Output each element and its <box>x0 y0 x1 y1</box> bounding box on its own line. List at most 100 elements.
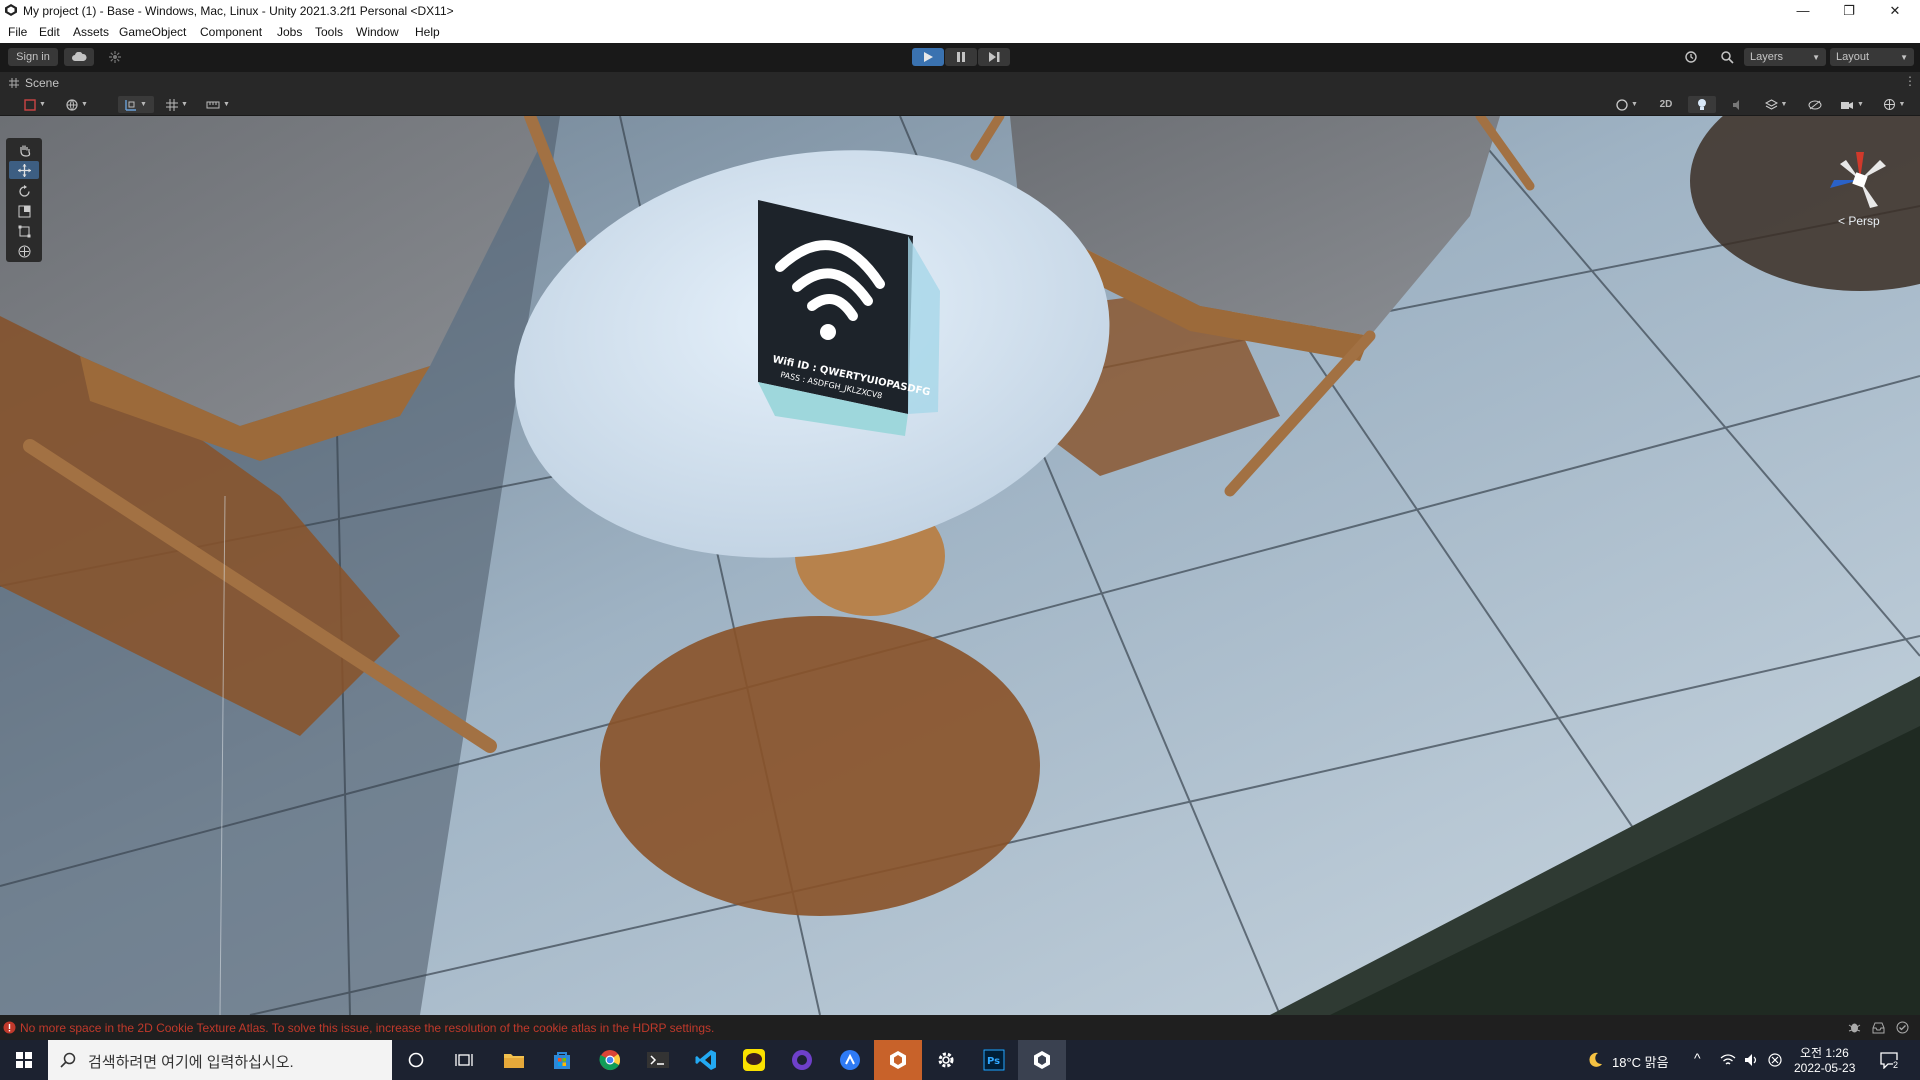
move-tool-button[interactable] <box>9 161 39 179</box>
lighting-toggle[interactable] <box>1688 96 1716 113</box>
window-title-bar: My project (1) - Base - Windows, Mac, Li… <box>0 0 1920 21</box>
start-button[interactable] <box>0 1040 48 1080</box>
bug-icon[interactable] <box>1848 1021 1861 1034</box>
inbox-icon[interactable] <box>1872 1021 1885 1034</box>
render-settings-dropdown[interactable]: ▼ <box>60 96 94 113</box>
gizmos-dropdown[interactable]: ▼ <box>1876 96 1912 113</box>
file-explorer-button[interactable] <box>490 1040 538 1080</box>
notification-badge: 2 <box>1893 1060 1899 1070</box>
close-window-button[interactable]: ✕ <box>1872 0 1918 21</box>
speaker-mute-icon <box>1732 99 1739 110</box>
menu-edit[interactable]: Edit <box>39 25 60 39</box>
transform-icon <box>18 245 30 257</box>
kakaotalk-button[interactable] <box>730 1040 778 1080</box>
scene-visibility-toggle[interactable] <box>1802 96 1828 113</box>
chevron-down-icon: ▼ <box>81 101 88 108</box>
collab-button[interactable] <box>100 48 130 66</box>
scene-render: Wifi ID : QWERTYUIOPASDFG PASS : ASDFGH_… <box>0 116 1920 1015</box>
console-error-message[interactable]: No more space in the 2D Cookie Texture A… <box>20 1021 714 1035</box>
volume-icon[interactable] <box>1744 1053 1760 1067</box>
rect-tool-button[interactable] <box>9 222 39 240</box>
camera-settings-dropdown[interactable]: ▼ <box>1834 96 1870 113</box>
store-button[interactable] <box>538 1040 586 1080</box>
scene-viewport[interactable]: Wifi ID : QWERTYUIOPASDFG PASS : ASDFGH_… <box>0 116 1920 1015</box>
menu-window[interactable]: Window <box>356 25 399 39</box>
effects-dropdown[interactable]: ▼ <box>1758 96 1794 113</box>
scale-tool-button[interactable] <box>9 202 39 220</box>
audio-toggle[interactable] <box>1724 96 1752 113</box>
menu-help[interactable]: Help <box>415 25 440 39</box>
play-icon <box>924 52 933 62</box>
search-button[interactable] <box>1712 48 1742 66</box>
layout-dropdown[interactable]: Layout ▼ <box>1830 48 1914 66</box>
wifi-icon[interactable] <box>1720 1053 1736 1067</box>
step-button[interactable] <box>978 48 1010 66</box>
rotate-tool-button[interactable] <box>9 182 39 200</box>
layers-dropdown[interactable]: Layers ▼ <box>1744 48 1826 66</box>
chevron-down-icon: ▼ <box>1780 101 1788 108</box>
cloud-button[interactable] <box>64 48 94 66</box>
cortana-button[interactable] <box>392 1040 440 1080</box>
increment-snap-dropdown[interactable]: ▼ <box>200 96 236 113</box>
shading-dropdown[interactable]: ▼ <box>1610 96 1644 113</box>
sourcetree-button[interactable] <box>826 1040 874 1080</box>
taskbar-search-box[interactable]: 검색하려면 여기에 입력하십시오. <box>48 1040 392 1080</box>
chevron-down-icon: ▼ <box>39 101 46 108</box>
menu-gameobject[interactable]: GameObject <box>119 25 186 39</box>
chevron-up-icon[interactable]: ^ <box>1694 1050 1701 1066</box>
sphere-icon <box>1616 98 1628 111</box>
clock-time[interactable]: 오전 1:26 <box>1800 1044 1849 1061</box>
settings-button[interactable] <box>922 1040 970 1080</box>
photoshop-button[interactable]: Ps <box>970 1040 1018 1080</box>
main-toolbar: Sign in Layers ▼ Layout ▼ <box>0 43 1920 72</box>
rotate-icon <box>18 184 30 197</box>
error-icon <box>3 1021 16 1034</box>
scene-tab-bar: Scene ⋮ <box>0 72 1920 93</box>
unity-editor-button[interactable] <box>1018 1040 1066 1080</box>
menu-jobs[interactable]: Jobs <box>277 25 302 39</box>
menu-tools[interactable]: Tools <box>315 25 343 39</box>
more-options-icon[interactable]: ⋮ <box>1904 74 1916 88</box>
menu-file[interactable]: File <box>8 25 27 39</box>
windows-logo-icon <box>16 1052 32 1068</box>
chevron-down-icon: ▼ <box>1900 52 1908 62</box>
vscode-button[interactable] <box>682 1040 730 1080</box>
projection-label[interactable]: < Persp <box>1838 214 1880 228</box>
transform-tool-button[interactable] <box>9 242 39 260</box>
weather-text[interactable]: 18°C 맑음 <box>1612 1052 1669 1071</box>
task-view-button[interactable] <box>440 1040 488 1080</box>
play-button[interactable] <box>912 48 944 66</box>
draw-mode-dropdown[interactable]: ▼ <box>18 96 52 113</box>
snap-icon <box>125 99 137 111</box>
gear-icon <box>938 1052 954 1068</box>
search-placeholder: 검색하려면 여기에 입력하십시오. <box>88 1054 294 1071</box>
cortana-circle-icon <box>408 1052 424 1068</box>
history-icon <box>1685 51 1697 63</box>
github-desktop-button[interactable] <box>778 1040 826 1080</box>
clock-date[interactable]: 2022-05-23 <box>1794 1061 1855 1075</box>
menu-assets[interactable]: Assets <box>73 25 109 39</box>
ime-icon[interactable] <box>1768 1053 1782 1067</box>
rect-transform-icon <box>18 225 30 237</box>
projection-text: Persp <box>1848 214 1880 228</box>
layers-label: Layers <box>1750 51 1784 63</box>
tab-scene[interactable]: Scene <box>25 76 59 90</box>
maximize-button[interactable]: ❐ <box>1826 0 1872 21</box>
scale-icon <box>18 205 30 217</box>
toggle-2d-button[interactable]: 2D <box>1652 96 1680 113</box>
layers-stack-icon <box>1764 98 1778 110</box>
ruler-icon <box>206 101 220 108</box>
unity-hub-button[interactable] <box>874 1040 922 1080</box>
move-snap-dropdown[interactable]: ▼ <box>118 96 154 113</box>
grid-snap-dropdown[interactable]: ▼ <box>160 96 194 113</box>
minimize-button[interactable]: — <box>1780 0 1826 21</box>
pause-button[interactable] <box>945 48 977 66</box>
menu-component[interactable]: Component <box>200 25 262 39</box>
sign-in-button[interactable]: Sign in <box>8 48 58 66</box>
hand-tool-button[interactable] <box>9 141 39 159</box>
undo-history-button[interactable] <box>1676 48 1706 66</box>
terminal-button[interactable] <box>634 1040 682 1080</box>
chevron-down-icon: ▼ <box>181 101 188 108</box>
chrome-button[interactable] <box>586 1040 634 1080</box>
check-circle-icon[interactable] <box>1896 1021 1909 1034</box>
